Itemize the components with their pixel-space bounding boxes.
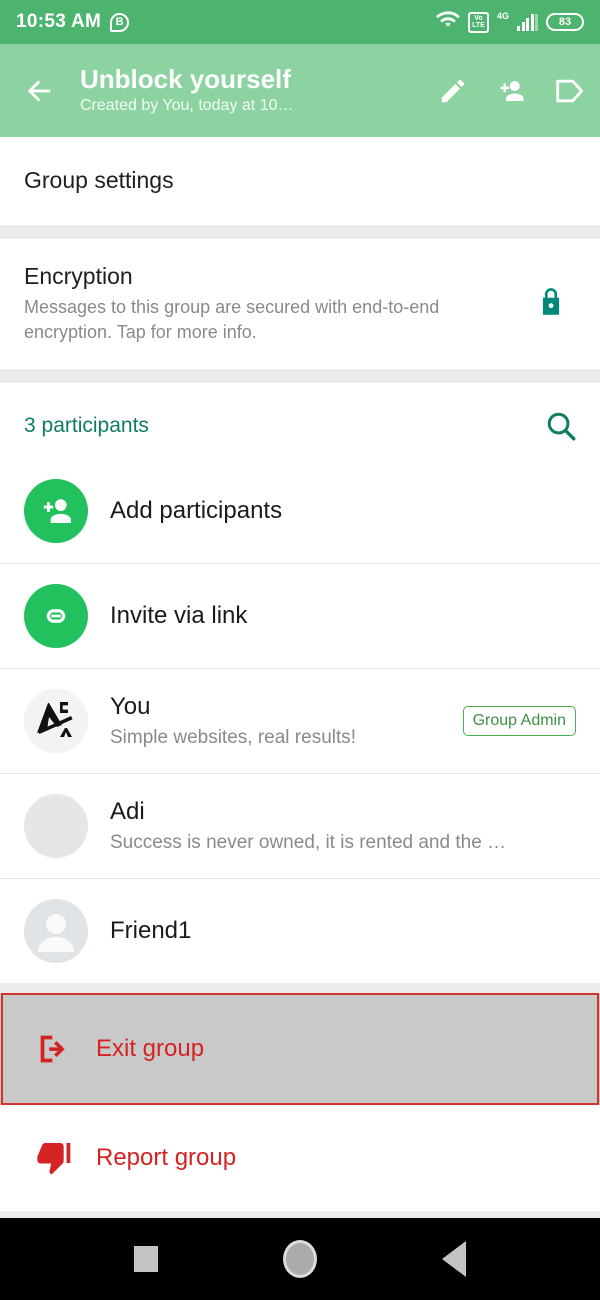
participant-info: Friend1 xyxy=(110,916,576,946)
participants-header: 3 participants xyxy=(0,383,600,459)
exit-group-wrapper: Exit group xyxy=(0,993,600,1105)
home-circle-icon[interactable] xyxy=(283,1240,317,1278)
android-nav-bar xyxy=(0,1218,600,1300)
participants-section: 3 participants Add participants Invite v… xyxy=(0,383,600,983)
wifi-icon xyxy=(435,10,460,35)
section-divider-3 xyxy=(0,983,600,993)
section-divider xyxy=(0,225,600,239)
thumbs-down-icon xyxy=(34,1138,74,1178)
exit-group-label: Exit group xyxy=(96,1035,205,1062)
search-icon[interactable] xyxy=(544,409,578,443)
add-participants-label: Add participants xyxy=(110,497,283,524)
participant-row-you[interactable]: You Simple websites, real results! Group… xyxy=(0,669,600,773)
report-group-label: Report group xyxy=(96,1144,237,1171)
group-settings-section[interactable]: Group settings xyxy=(0,137,600,225)
participant-info: Adi Success is never owned, it is rented… xyxy=(110,797,576,856)
whatsapp-business-notification-icon: B xyxy=(110,12,130,32)
exit-icon xyxy=(34,1029,74,1069)
phone-screen: 10:53 AM B Vo LTE 4G 83 Unblock yourself… xyxy=(0,0,600,1300)
app-bar-actions xyxy=(438,76,584,106)
add-participants-row[interactable]: Add participants xyxy=(0,459,600,563)
app-bar: Unblock yourself Created by You, today a… xyxy=(0,44,600,137)
app-bar-titles[interactable]: Unblock yourself Created by You, today a… xyxy=(80,64,430,117)
edit-group-icon[interactable] xyxy=(438,76,468,106)
link-icon xyxy=(24,584,88,648)
section-divider-2 xyxy=(0,369,600,383)
participant-name: You xyxy=(110,692,151,720)
lock-icon xyxy=(534,285,568,319)
participant-info: You Simple websites, real results! xyxy=(110,692,453,751)
label-tag-icon[interactable] xyxy=(554,76,584,106)
signal-bars-icon xyxy=(517,13,538,31)
network-type-label: 4G xyxy=(496,11,509,21)
participant-row-friend1[interactable]: Friend1 xyxy=(0,879,600,983)
invite-via-link-label: Invite via link xyxy=(110,602,248,629)
encryption-text: Encryption Messages to this group are se… xyxy=(24,261,522,345)
group-admin-badge: Group Admin xyxy=(462,706,576,736)
volte-icon: Vo LTE xyxy=(467,11,489,33)
add-participant-icon[interactable] xyxy=(496,76,526,106)
participant-name: Adi xyxy=(110,797,145,825)
group-settings-label: Group settings xyxy=(24,167,174,193)
participants-count: 3 participants xyxy=(24,414,149,437)
default-person-avatar xyxy=(24,899,88,963)
group-name: Unblock yourself xyxy=(80,64,291,94)
report-group-row[interactable]: Report group xyxy=(0,1105,600,1211)
status-bar-indicators: Vo LTE 4G 83 xyxy=(435,10,584,35)
participant-status: Simple websites, real results! xyxy=(110,726,357,748)
encryption-section: Encryption Messages to this group are se… xyxy=(0,239,600,369)
encryption-title: Encryption xyxy=(24,263,133,289)
back-arrow-icon[interactable] xyxy=(22,74,56,108)
encryption-description: Messages to this group are secured with … xyxy=(24,297,440,342)
participant-name: Friend1 xyxy=(110,917,192,944)
participant-status: Success is never owned, it is rented and… xyxy=(110,831,510,853)
status-bar-clock: 10:53 AM xyxy=(16,11,102,32)
invite-via-link-row[interactable]: Invite via link xyxy=(0,564,600,668)
group-created-subtitle: Created by You, today at 10… xyxy=(80,97,294,114)
report-group-section: Report group xyxy=(0,1105,600,1211)
add-person-icon xyxy=(24,479,88,543)
battery-icon: 83 xyxy=(546,13,584,31)
recents-square-icon[interactable] xyxy=(134,1246,158,1272)
encryption-row[interactable]: Encryption Messages to this group are se… xyxy=(0,239,600,369)
exit-group-row[interactable]: Exit group xyxy=(0,993,600,1105)
participant-row-adi[interactable]: Adi Success is never owned, it is rented… xyxy=(0,774,600,878)
photo-avatar xyxy=(24,794,88,858)
back-triangle-icon[interactable] xyxy=(442,1241,466,1277)
status-bar: 10:53 AM B Vo LTE 4G 83 xyxy=(0,0,600,44)
logo-avatar xyxy=(24,689,88,753)
